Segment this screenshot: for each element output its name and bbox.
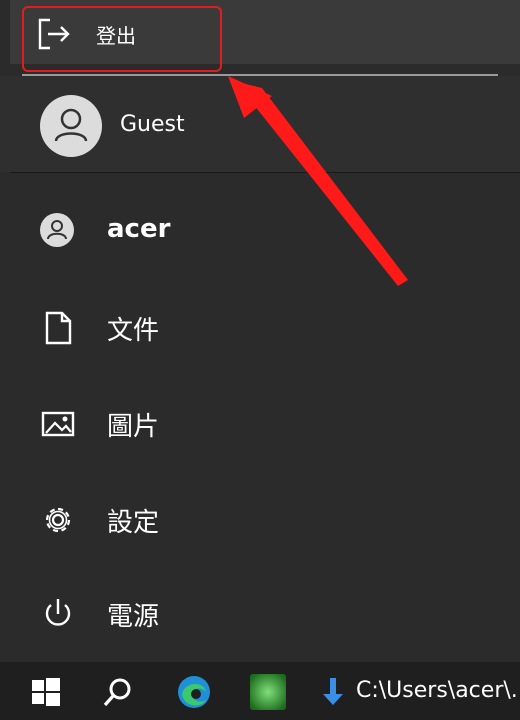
document-icon [45,311,72,345]
user-avatar-icon [54,108,88,142]
power-label: 電源 [107,602,160,632]
sign-out-label[interactable]: 登出 [96,20,136,49]
power-icon [45,599,71,626]
menu-item-settings[interactable]: 設定 [0,474,520,564]
settings-label: 設定 [107,508,160,538]
gear-icon [45,507,71,533]
user-avatar-icon [47,220,67,240]
download-arrow-icon [323,678,343,705]
green-app-icon[interactable] [248,672,288,712]
windows-start-icon[interactable] [26,672,66,712]
menu-item-documents[interactable]: 文件 [0,282,520,372]
menu-item-power[interactable]: 電源 [0,568,520,658]
sign-out-icon [38,18,70,50]
separator [10,172,520,173]
edge-icon[interactable] [174,672,214,712]
guest-name[interactable]: Guest [120,112,185,137]
image-icon [41,411,75,437]
search-icon[interactable] [98,672,138,712]
guest-avatar [40,95,102,157]
user-name-label: acer [107,214,171,244]
pictures-label: 圖片 [107,412,160,442]
menu-item-pictures[interactable]: 圖片 [0,378,520,468]
menu-item-user[interactable]: acer [0,186,520,276]
taskbar-download-path[interactable]: C:\Users\acer\. [356,678,518,703]
documents-label: 文件 [107,316,160,346]
user-avatar [40,213,74,247]
